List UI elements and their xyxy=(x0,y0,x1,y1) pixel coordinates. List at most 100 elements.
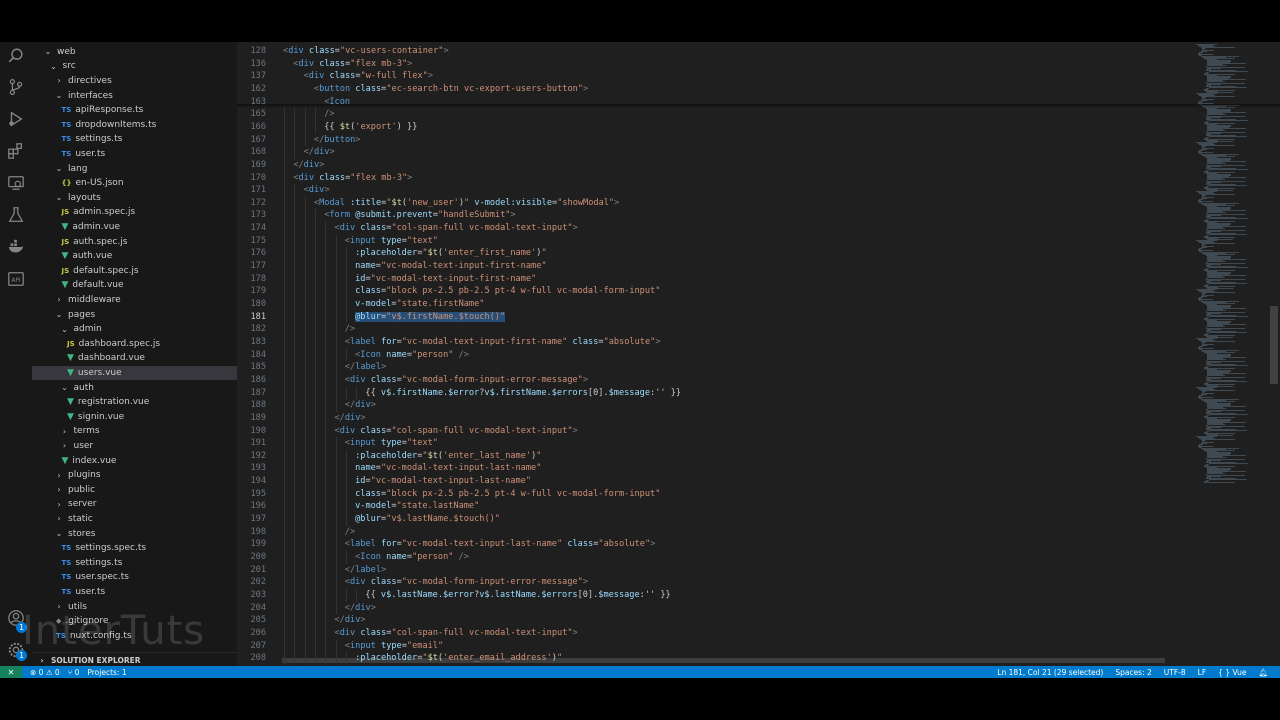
code-line[interactable]: 174 <div class="col-span-full vc-modal-te… xyxy=(237,222,1197,235)
code-line[interactable]: 165 /> xyxy=(237,108,1197,121)
code-line[interactable]: 207 <input type="email" xyxy=(237,640,1197,653)
code-line[interactable]: 168 </div> xyxy=(237,146,1197,159)
language-mode[interactable]: { } Vue xyxy=(1218,668,1246,677)
code-line[interactable]: 172 <Modal :title="$t('new_user')" v-mode… xyxy=(237,197,1197,210)
docker-icon[interactable] xyxy=(6,237,26,257)
projects-indicator[interactable]: Projects: 1 xyxy=(87,668,126,677)
tree-folder[interactable]: › server xyxy=(32,497,237,512)
code-line[interactable]: 173 <form @submit.prevent="handleSubmit"> xyxy=(237,209,1197,222)
tree-folder[interactable]: ⌄ src xyxy=(32,59,237,74)
remote-explorer-icon[interactable] xyxy=(6,173,26,193)
problems-indicator[interactable]: ⊗ 0 ⚠ 0 xyxy=(30,668,60,677)
code-line[interactable]: 208:placeholder="$t('enter_email_address… xyxy=(237,652,1197,665)
code-line[interactable]: 182 /> xyxy=(237,323,1197,336)
tree-file[interactable]: TS user.ts xyxy=(32,147,237,162)
code-line[interactable]: 171 <div> xyxy=(237,184,1197,197)
tree-folder[interactable]: ⌄ admin xyxy=(32,322,237,337)
tree-file[interactable]: TS dropdownItems.ts xyxy=(32,118,237,133)
code-line[interactable]: 184 <Icon name="person" /> xyxy=(237,349,1197,362)
code-line[interactable]: 176:placeholder="$t('enter_first_name')" xyxy=(237,247,1197,260)
tree-file[interactable]: TS settings.ts xyxy=(32,132,237,147)
tree-file[interactable]: ▼ users.vue xyxy=(32,365,237,381)
tree-folder[interactable]: › plugins xyxy=(32,468,237,483)
code-line[interactable]: 167 </button> xyxy=(237,134,1197,147)
tree-folder[interactable]: › public xyxy=(32,483,237,498)
tree-file[interactable]: ▼ index.vue xyxy=(32,453,237,468)
tree-folder[interactable]: › terms xyxy=(32,424,237,439)
tree-folder[interactable]: ⌄ lang xyxy=(32,161,237,176)
tree-file[interactable]: TS settings.ts xyxy=(32,556,237,571)
search-icon[interactable] xyxy=(6,46,26,66)
tree-file[interactable]: ▼ signin.vue xyxy=(32,410,237,425)
code-line[interactable]: 181 @blur="v$.firstName.$touch()" xyxy=(237,311,1197,324)
testing-icon[interactable] xyxy=(6,205,26,225)
code-line[interactable]: 189 </div> xyxy=(237,412,1197,425)
code-line[interactable]: 201 </label> xyxy=(237,564,1197,577)
code-line[interactable]: 166 {{ $t('export') }} xyxy=(237,121,1197,134)
code-line[interactable]: 200 <Icon name="person" /> xyxy=(237,551,1197,564)
ports-indicator[interactable]: ⑂ 0 xyxy=(68,668,80,677)
tree-folder[interactable]: › directives xyxy=(32,74,237,89)
code-line[interactable]: 196 v-model="state.lastName" xyxy=(237,500,1197,513)
code-line[interactable]: 177 name="vc-modal-text-input-first-name" xyxy=(237,260,1197,273)
tree-file[interactable]: JS dashboard.spec.js xyxy=(32,337,237,352)
code-line[interactable]: 188 </div> xyxy=(237,399,1197,412)
tree-file[interactable]: TS user.spec.ts xyxy=(32,570,237,585)
tree-folder[interactable]: › middleware xyxy=(32,293,237,308)
code-line[interactable]: 192:placeholder="$t('enter_last_name')" xyxy=(237,450,1197,463)
tree-folder[interactable]: › static xyxy=(32,512,237,527)
code-line[interactable]: 175 <input type="text" xyxy=(237,235,1197,248)
code-line[interactable]: 136 <div class="flex mb-3"> xyxy=(237,58,1197,71)
code-line[interactable]: 170 <div class="flex mb-3"> xyxy=(237,172,1197,185)
tree-folder[interactable]: ⌄ layouts xyxy=(32,191,237,206)
code-line[interactable]: 194 id="vc-modal-text-input-last-name" xyxy=(237,475,1197,488)
solution-explorer-header[interactable]: › SOLUTION EXPLORER xyxy=(32,652,237,667)
tree-folder[interactable]: ⌄ web xyxy=(32,45,237,60)
code-editor[interactable]: 128 <div class="vc-users-container"> 136 <d… xyxy=(237,42,1280,666)
tree-folder[interactable]: ⌄ interfaces xyxy=(32,88,237,103)
indentation[interactable]: Spaces: 2 xyxy=(1115,668,1151,677)
code-line[interactable]: 162 <button class="ec-search-btn vc-expor… xyxy=(237,83,1197,96)
tree-file[interactable]: ▼ auth.vue xyxy=(32,249,237,264)
tree-file[interactable]: ▼ registration.vue xyxy=(32,395,237,410)
code-line[interactable]: 202 <div class="vc-modal-form-input-error… xyxy=(237,576,1197,589)
code-line[interactable]: 204 </div> xyxy=(237,602,1197,615)
code-line[interactable]: 179 class="block px-2.5 pb-2.5 pt-4 w-ful… xyxy=(237,285,1197,298)
tree-folder[interactable]: ⌄ stores xyxy=(32,526,237,541)
code-line[interactable]: 186 <div class="vc-modal-form-input-error… xyxy=(237,374,1197,387)
tree-folder[interactable]: › user xyxy=(32,439,237,454)
tree-file[interactable]: JS admin.spec.js xyxy=(32,205,237,220)
tree-file[interactable]: TS settings.spec.ts xyxy=(32,541,237,556)
tree-folder[interactable]: ⌄ auth xyxy=(32,380,237,395)
remote-indicator-icon[interactable]: ✕ xyxy=(0,666,22,678)
tree-file[interactable]: {} en-US.json xyxy=(32,176,237,191)
code-line[interactable]: 206 <div class="col-span-full vc-modal-te… xyxy=(237,627,1197,640)
code-line[interactable]: 128 <div class="vc-users-container"> xyxy=(237,45,1197,58)
code-line[interactable]: 203 {{ v$.lastName.$error?v$.lastName.$er… xyxy=(237,589,1197,602)
code-line[interactable]: 195 class="block px-2.5 pb-2.5 pt-4 w-ful… xyxy=(237,488,1197,501)
code-line[interactable]: 191 <input type="text" xyxy=(237,437,1197,450)
tree-file[interactable]: ▼ dashboard.vue xyxy=(32,351,237,366)
tree-file[interactable]: TS apiResponse.ts xyxy=(32,103,237,118)
code-line[interactable]: 199 <label for="vc-modal-text-input-last-… xyxy=(237,538,1197,551)
tree-file[interactable]: TS user.ts xyxy=(32,585,237,600)
source-control-icon[interactable] xyxy=(6,77,26,97)
encoding[interactable]: UTF-8 xyxy=(1164,668,1186,677)
tree-file[interactable]: ▼ default.vue xyxy=(32,278,237,293)
cursor-position[interactable]: Ln 181, Col 21 (29 selected) xyxy=(997,668,1103,677)
code-line[interactable]: 190 <div class="col-span-full vc-modal-te… xyxy=(237,425,1197,438)
code-line[interactable]: 193 name="vc-modal-text-input-last-name" xyxy=(237,462,1197,475)
code-line[interactable]: 169 </div> xyxy=(237,159,1197,172)
tree-file[interactable]: ▼ admin.vue xyxy=(32,220,237,235)
extensions-icon[interactable] xyxy=(6,141,26,161)
code-line[interactable]: 187 {{ v$.firstName.$error?v$.firstName.$… xyxy=(237,387,1197,400)
code-line[interactable]: 197 @blur="v$.lastName.$touch()" xyxy=(237,513,1197,526)
code-line[interactable]: 178 id="vc-modal-text-input-first-name" xyxy=(237,273,1197,286)
notifications-icon[interactable]: 🔔︎ xyxy=(1258,668,1268,677)
run-debug-icon[interactable] xyxy=(6,109,26,129)
minimap[interactable] xyxy=(1192,42,1272,666)
code-line[interactable]: 185 </label> xyxy=(237,361,1197,374)
code-line[interactable]: 198 /> xyxy=(237,526,1197,539)
code-line[interactable]: 137 <div class="w-full flex"> xyxy=(237,70,1197,83)
tree-file[interactable]: JS auth.spec.js xyxy=(32,234,237,249)
